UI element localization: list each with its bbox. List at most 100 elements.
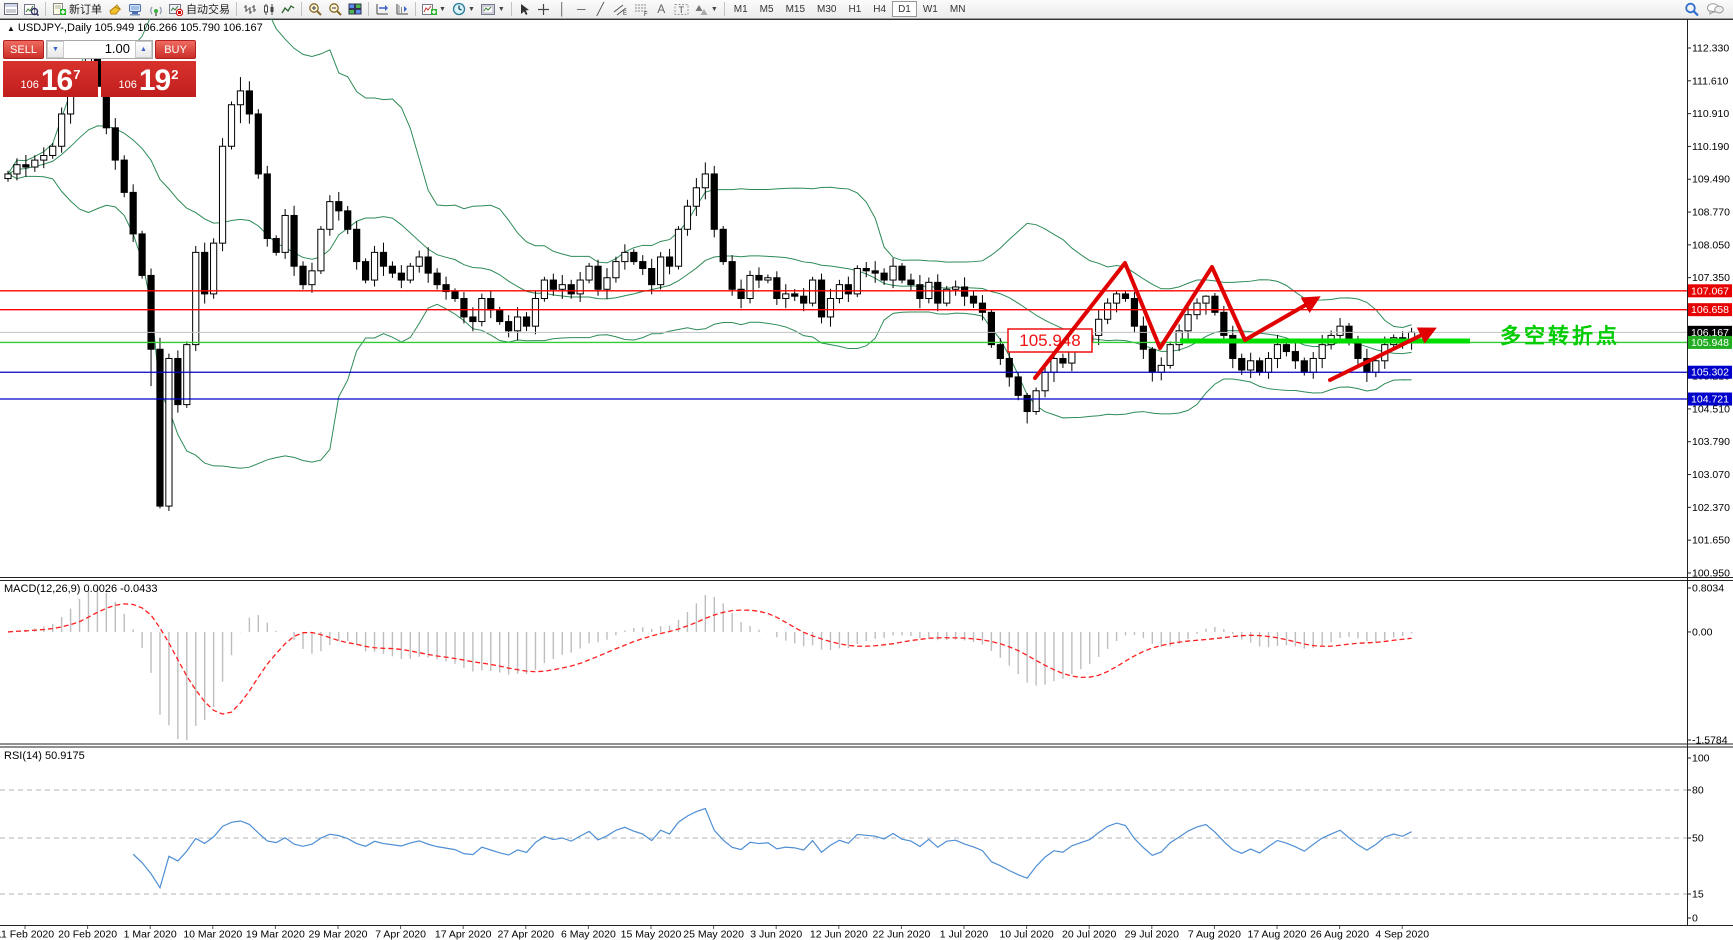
horizontal-level-lines[interactable] bbox=[0, 291, 1687, 399]
buy-price-tile[interactable]: 106192 bbox=[101, 61, 196, 97]
svg-text:19 Mar 2020: 19 Mar 2020 bbox=[246, 929, 305, 940]
rsi-panel bbox=[0, 790, 1687, 894]
timeframe-button-H1[interactable]: H1 bbox=[842, 1, 867, 17]
axis-price-badges: 106.167107.067106.658105.948105.302104.7… bbox=[1688, 284, 1732, 405]
dropdown-icon: ▼ bbox=[439, 6, 446, 13]
svg-text:15 May 2020: 15 May 2020 bbox=[621, 929, 682, 940]
dropdown-icon: ▼ bbox=[711, 6, 718, 13]
fibonacci-tool-button[interactable]: F bbox=[631, 1, 652, 18]
expert-advisors-icon bbox=[128, 3, 143, 16]
svg-text:E: E bbox=[623, 11, 627, 16]
horizontal-line-tool-button[interactable]: ─ bbox=[572, 1, 591, 18]
text-label-tool-button[interactable]: T bbox=[671, 1, 692, 18]
templates-button[interactable]: ▼ bbox=[478, 1, 508, 18]
text-tool-button[interactable]: A bbox=[652, 1, 671, 18]
price-callout-box[interactable]: 105.948 bbox=[1008, 329, 1092, 352]
trendline-tool-button[interactable]: ╱ bbox=[591, 1, 610, 18]
expert-advisors-button[interactable] bbox=[125, 1, 146, 18]
timeframe-button-MN[interactable]: MN bbox=[944, 1, 972, 17]
svg-text:20 Feb 2020: 20 Feb 2020 bbox=[58, 929, 117, 940]
rsi-indicator-label: RSI(14) 50.9175 bbox=[4, 750, 85, 762]
svg-text:103.070: 103.070 bbox=[1692, 469, 1730, 481]
horizontal-line-icon: ─ bbox=[577, 3, 586, 15]
buy-button[interactable]: BUY bbox=[155, 40, 196, 59]
svg-text:25 May 2020: 25 May 2020 bbox=[683, 929, 744, 940]
cursor-tool-button[interactable] bbox=[515, 1, 534, 18]
tile-windows-button[interactable] bbox=[345, 1, 365, 18]
svg-text:0.8034: 0.8034 bbox=[1692, 583, 1724, 595]
auto-arrange-button[interactable] bbox=[372, 1, 392, 18]
svg-text:108.050: 108.050 bbox=[1692, 239, 1730, 251]
svg-text:50: 50 bbox=[1692, 833, 1704, 845]
svg-text:0: 0 bbox=[1692, 913, 1698, 925]
svg-text:102.370: 102.370 bbox=[1692, 502, 1730, 514]
autotrading-button[interactable]: 自动交易 bbox=[166, 1, 233, 18]
bar-chart-button[interactable] bbox=[240, 1, 259, 18]
search-button[interactable] bbox=[1681, 1, 1703, 18]
sell-price-tile[interactable]: 106167 bbox=[3, 61, 98, 97]
separator bbox=[368, 2, 369, 16]
candlestick-chart-button[interactable] bbox=[259, 1, 278, 18]
bollinger-bands bbox=[8, 0, 1412, 468]
zoom-out-button[interactable] bbox=[325, 1, 345, 18]
rsi-line bbox=[133, 809, 1411, 888]
toolbar: 新订单 自动交易 bbox=[0, 0, 1733, 19]
timeframe-button-M15[interactable]: M15 bbox=[780, 1, 811, 17]
line-chart-button[interactable] bbox=[278, 1, 298, 18]
svg-text:80: 80 bbox=[1692, 785, 1704, 797]
chart-canvas[interactable]: 112.330111.610110.910110.190109.490108.7… bbox=[0, 0, 1733, 940]
mt4-window: 新订单 自动交易 bbox=[0, 0, 1733, 940]
sell-button[interactable]: SELL bbox=[3, 40, 44, 59]
metaeditor-icon bbox=[108, 3, 122, 15]
new-order-button[interactable]: 新订单 bbox=[49, 1, 105, 18]
grid-arrange-button[interactable] bbox=[392, 1, 412, 18]
cursor-icon bbox=[519, 3, 530, 16]
crosshair-tool-button[interactable] bbox=[534, 1, 553, 18]
zoom-in-button[interactable] bbox=[305, 1, 325, 18]
svg-text:12 Jun 2020: 12 Jun 2020 bbox=[810, 929, 868, 940]
svg-text:105.948: 105.948 bbox=[1691, 337, 1729, 349]
svg-text:7 Apr 2020: 7 Apr 2020 bbox=[375, 929, 426, 940]
metaeditor-button[interactable] bbox=[105, 1, 125, 18]
signals-button[interactable] bbox=[146, 1, 166, 18]
timeframe-button-H4[interactable]: H4 bbox=[867, 1, 892, 17]
vertical-line-tool-button[interactable]: │ bbox=[553, 1, 572, 18]
profiles-icon bbox=[24, 3, 39, 16]
timeframe-button-M5[interactable]: M5 bbox=[754, 1, 780, 17]
timeframe-button-M1[interactable]: M1 bbox=[728, 1, 754, 17]
svg-text:110.910: 110.910 bbox=[1692, 108, 1729, 120]
timeframe-button-M30[interactable]: M30 bbox=[811, 1, 842, 17]
svg-text:100.950: 100.950 bbox=[1692, 567, 1730, 579]
volume-up-button[interactable]: ▲ bbox=[135, 41, 152, 58]
zoom-out-icon bbox=[328, 2, 342, 16]
macd-axis: 0.80340.00-1.5784 bbox=[1687, 583, 1728, 747]
vertical-line-icon: │ bbox=[559, 3, 567, 15]
svg-text:109.490: 109.490 bbox=[1692, 174, 1730, 186]
macd-panel bbox=[8, 588, 1412, 740]
timeframe-button-D1[interactable]: D1 bbox=[892, 1, 917, 17]
volume-down-button[interactable]: ▼ bbox=[47, 41, 64, 58]
indicators-button[interactable]: ▼ bbox=[419, 1, 449, 18]
objects-expander-icon[interactable]: ▲ bbox=[7, 24, 15, 33]
sell-price-small: 106 bbox=[21, 79, 39, 91]
svg-text:107.350: 107.350 bbox=[1692, 272, 1730, 284]
tile-windows-icon bbox=[348, 3, 362, 15]
volume-input[interactable]: 1.00 bbox=[64, 41, 135, 58]
svg-text:10 Jul 2020: 10 Jul 2020 bbox=[999, 929, 1053, 940]
sell-price-big: 16 bbox=[41, 68, 72, 94]
chat-button[interactable] bbox=[1703, 1, 1727, 18]
svg-text:111.610: 111.610 bbox=[1692, 75, 1729, 87]
channel-tool-button[interactable]: E bbox=[610, 1, 631, 18]
separator bbox=[724, 2, 725, 16]
timeframe-button-W1[interactable]: W1 bbox=[917, 1, 944, 17]
svg-text:101.650: 101.650 bbox=[1692, 535, 1730, 547]
terminal-button[interactable] bbox=[1, 1, 21, 18]
svg-text:106.658: 106.658 bbox=[1691, 304, 1729, 316]
svg-text:6 May 2020: 6 May 2020 bbox=[561, 929, 616, 940]
periods-button[interactable]: ▼ bbox=[449, 1, 478, 18]
annotation-text[interactable]: 多空转折点 bbox=[1500, 324, 1620, 348]
shapes-tool-button[interactable]: ▼ bbox=[692, 1, 721, 18]
separator bbox=[301, 2, 302, 16]
profiles-button[interactable] bbox=[21, 1, 42, 18]
fibonacci-icon: F bbox=[634, 3, 649, 16]
